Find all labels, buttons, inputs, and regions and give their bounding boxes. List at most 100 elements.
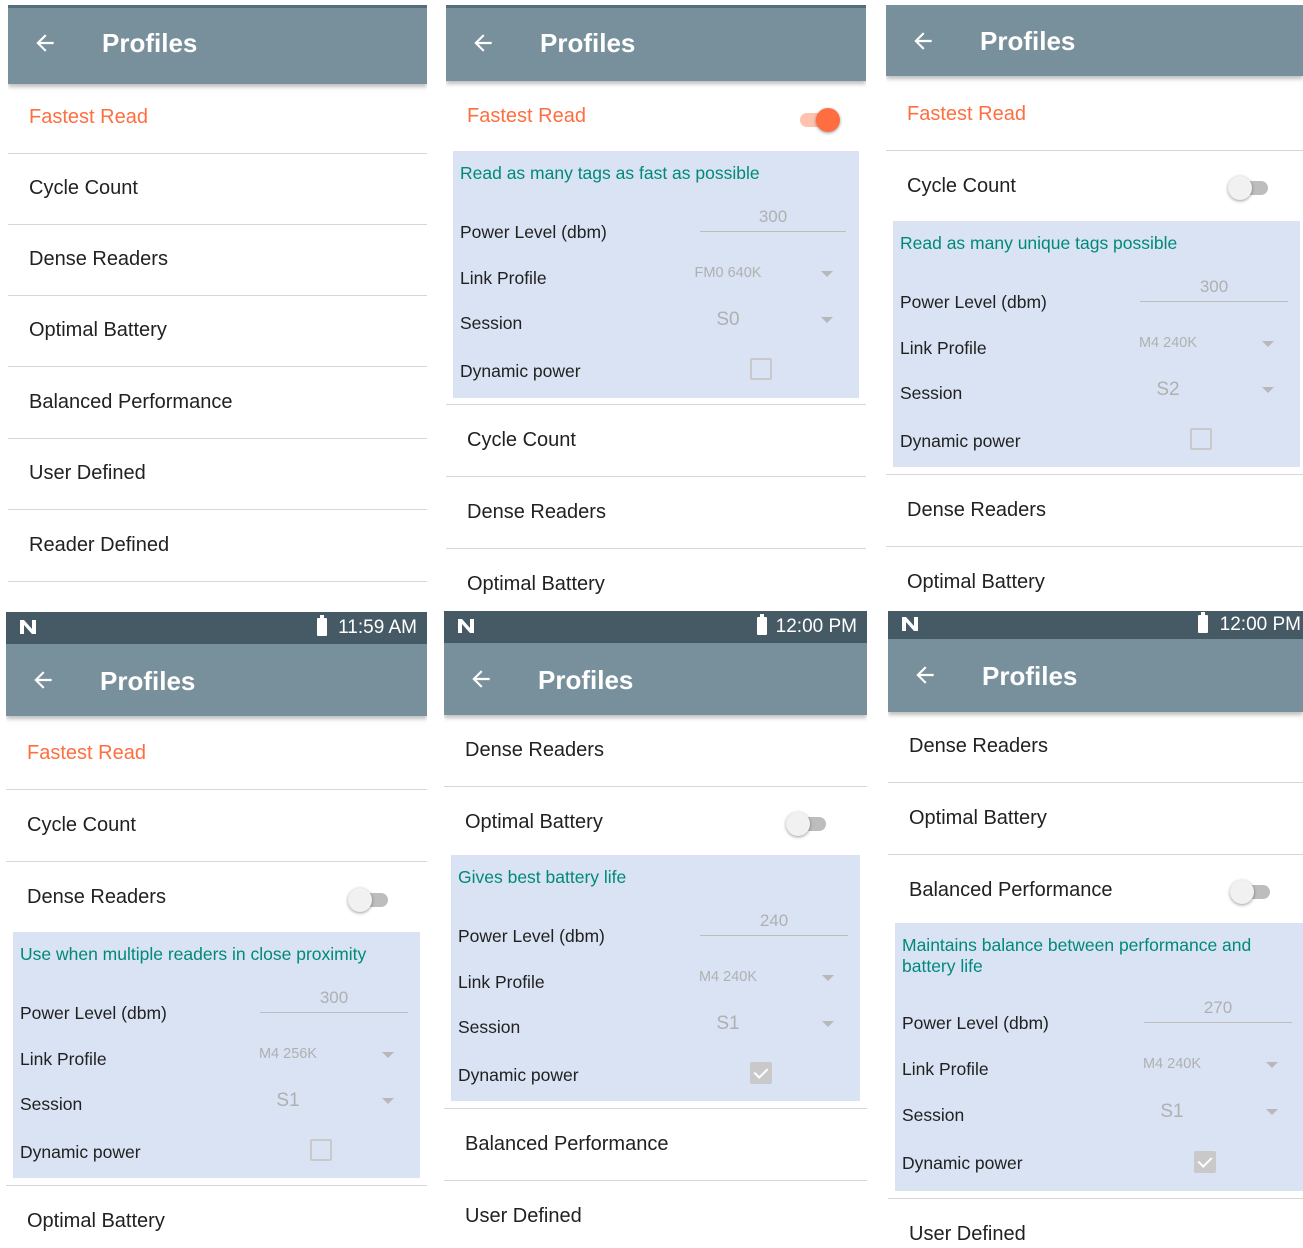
profile-item-dense-readers[interactable]: Dense Readers — [446, 477, 866, 549]
dynamic-power-label: Dynamic power — [20, 1142, 141, 1162]
profile-item-user-defined[interactable]: User Defined — [888, 1199, 1303, 1248]
arrow-left-icon[interactable] — [32, 30, 58, 56]
profile-item-user-defined[interactable]: User Defined — [444, 1181, 867, 1248]
profile-item-balanced-performance[interactable]: Balanced Performance — [8, 367, 427, 439]
profile-item-fastest-read[interactable]: Fastest Read — [6, 718, 427, 790]
profile-item-fastest-read[interactable]: Fastest Read — [8, 82, 427, 154]
dynamic-power-checkbox[interactable] — [310, 1139, 332, 1161]
profile-label: Balanced Performance — [465, 1133, 669, 1155]
status-time: 11:59 AM — [338, 617, 417, 638]
page-title: Profiles — [982, 661, 1078, 691]
profile-item-balanced-performance[interactable]: Balanced Performance — [444, 1109, 867, 1181]
profile-item-dense-readers[interactable]: Dense Readers — [888, 711, 1303, 783]
profile-item-cycle-count[interactable]: Cycle Count — [8, 153, 427, 225]
status-bar: 12:00 PM — [888, 611, 1303, 639]
profile-description: Use when multiple readers in close proxi… — [20, 944, 367, 964]
profile-item-optimal-battery[interactable]: Optimal Battery — [886, 547, 1303, 605]
link-profile-select[interactable]: M4 240K — [1113, 335, 1223, 351]
session-select[interactable]: S1 — [1117, 1101, 1227, 1123]
arrow-left-icon[interactable] — [30, 667, 56, 693]
profile-label: Dense Readers — [465, 739, 604, 761]
session-select[interactable]: S0 — [673, 309, 783, 331]
profile-item-optimal-battery[interactable]: Optimal Battery — [6, 1186, 427, 1248]
notification-n-icon — [902, 617, 918, 631]
profile-item-fastest-read[interactable]: Fastest Read — [446, 81, 866, 151]
chevron-down-icon — [1266, 1062, 1278, 1068]
notification-n-icon — [20, 620, 36, 634]
session-select[interactable]: S1 — [233, 1090, 343, 1112]
profile-item-optimal-battery[interactable]: Optimal Battery — [8, 295, 427, 367]
power-level-label: Power Level (dbm) — [460, 222, 607, 242]
power-level-label: Power Level (dbm) — [902, 1013, 1049, 1033]
power-level-input[interactable]: 300 — [1140, 277, 1288, 297]
link-profile-select[interactable]: FM0 640K — [673, 265, 783, 281]
session-label: Session — [20, 1094, 83, 1114]
profile-item-optimal-battery[interactable]: Optimal Battery — [446, 549, 866, 605]
profile-toggle[interactable] — [786, 811, 830, 836]
profile-item-dense-readers[interactable]: Dense Readers — [886, 475, 1303, 547]
profile-toggle[interactable] — [796, 107, 840, 132]
profile-details: Maintains balance between performance an… — [895, 923, 1303, 1191]
battery-icon — [317, 615, 327, 636]
arrow-left-icon[interactable] — [468, 666, 494, 692]
chevron-down-icon — [382, 1052, 394, 1058]
profile-label: Cycle Count — [27, 814, 136, 836]
profile-item-cycle-count[interactable]: Cycle Count — [446, 405, 866, 477]
app-bar: Profiles — [446, 5, 866, 81]
profile-item-user-defined[interactable]: User Defined — [8, 438, 427, 510]
profile-item-dense-readers[interactable]: Dense Readers — [444, 715, 867, 787]
profile-label: User Defined — [465, 1205, 582, 1227]
battery-icon — [1198, 612, 1208, 633]
profile-details: Use when multiple readers in close proxi… — [13, 932, 420, 1178]
link-profile-label: Link Profile — [20, 1049, 107, 1069]
profile-item-cycle-count[interactable]: Cycle Count — [6, 790, 427, 862]
profile-label: Reader Defined — [29, 534, 170, 556]
arrow-left-icon[interactable] — [912, 662, 938, 688]
profile-item-reader-defined[interactable]: Reader Defined — [8, 510, 427, 582]
panel-balanced-performance: 12:00 PM Profiles Dense Readers Optimal … — [888, 611, 1303, 1248]
profile-label: Optimal Battery — [907, 571, 1045, 593]
profile-item-optimal-battery[interactable]: Optimal Battery — [888, 783, 1303, 855]
profile-details: Read as many unique tags possible Power … — [893, 221, 1300, 467]
profile-toggle[interactable] — [1230, 879, 1274, 904]
profile-item-dense-readers[interactable]: Dense Readers — [8, 224, 427, 296]
session-select[interactable]: S1 — [673, 1013, 783, 1035]
chevron-down-icon — [1262, 387, 1274, 393]
power-level-input[interactable]: 300 — [700, 207, 846, 227]
session-label: Session — [460, 313, 523, 333]
chevron-down-icon — [822, 1021, 834, 1027]
page-title: Profiles — [102, 28, 198, 58]
link-profile-select[interactable]: M4 256K — [233, 1046, 343, 1062]
panel-cycle-count: Profiles Fastest Read Cycle Count Read a… — [886, 5, 1303, 605]
dynamic-power-label: Dynamic power — [900, 431, 1021, 451]
power-level-input[interactable]: 300 — [260, 988, 408, 1008]
profile-item-balanced-performance[interactable]: Balanced Performance — [888, 855, 1303, 923]
profile-label: Dense Readers — [467, 501, 606, 523]
link-profile-select[interactable]: M4 240K — [1117, 1056, 1227, 1072]
profile-label: Optimal Battery — [909, 807, 1047, 829]
power-level-input[interactable]: 240 — [700, 911, 848, 931]
profile-item-fastest-read[interactable]: Fastest Read — [886, 79, 1303, 151]
profile-label: Fastest Read — [27, 742, 146, 764]
page-title: Profiles — [540, 28, 636, 58]
panel-dense-readers: 11:59 AM Profiles Fastest Read Cycle Cou… — [6, 612, 427, 1248]
profile-item-dense-readers[interactable]: Dense Readers — [6, 862, 427, 932]
profile-label: Optimal Battery — [27, 1210, 165, 1232]
arrow-left-icon[interactable] — [910, 28, 936, 54]
dynamic-power-checkbox[interactable] — [750, 358, 772, 380]
session-select[interactable]: S2 — [1113, 379, 1223, 401]
dynamic-power-checkbox[interactable] — [1190, 428, 1212, 450]
profile-item-cycle-count[interactable]: Cycle Count — [886, 151, 1303, 221]
dynamic-power-checkbox[interactable] — [1194, 1151, 1216, 1173]
power-level-input[interactable]: 270 — [1144, 998, 1292, 1018]
profile-toggle[interactable] — [1228, 175, 1272, 200]
dynamic-power-checkbox[interactable] — [750, 1062, 772, 1084]
page-title: Profiles — [538, 665, 634, 695]
app-bar: Profiles — [444, 643, 867, 715]
profile-toggle[interactable] — [348, 887, 392, 912]
arrow-left-icon[interactable] — [470, 30, 496, 56]
link-profile-select[interactable]: M4 240K — [673, 969, 783, 985]
profile-description: Gives best battery life — [458, 867, 627, 887]
profile-item-optimal-battery[interactable]: Optimal Battery — [444, 787, 867, 855]
status-bar: 11:59 AM — [6, 612, 427, 644]
